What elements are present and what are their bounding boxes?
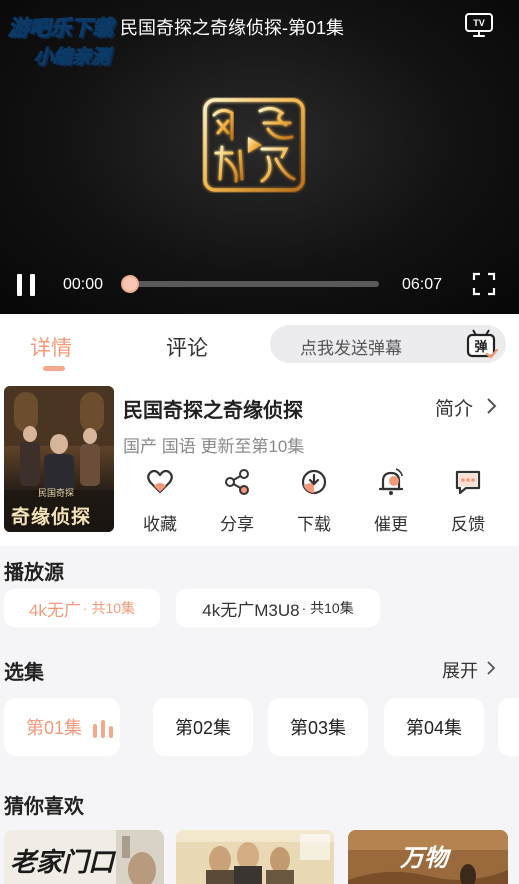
download-button[interactable]: 下载 [284,466,344,534]
episode-button-3[interactable]: 第03集 [268,698,368,756]
danmaku-placeholder: 点我发送弹幕 [300,339,402,358]
episode-button-1[interactable]: 第01集 [4,698,120,756]
source-option-2-count: · 共10集 [301,600,354,616]
total-time: 06:07 [402,276,443,293]
app-page: 游吧乐下载 小编亲测 民国奇探之奇缘侦探-第01集 TV 00:00 06:07… [0,0,519,884]
urge-update-label: 催更 [374,515,408,534]
tab-details[interactable]: 详情 [30,332,72,362]
expand-episodes-link[interactable]: 展开 [442,657,478,683]
episode-3-label: 第03集 [289,718,347,738]
download-label: 下载 [297,515,331,534]
show-title: 民国奇探之奇缘侦探 [123,400,303,422]
chevron-right-icon[interactable] [486,660,496,676]
source-option-2[interactable]: 4k无广M3U8 · 共10集 [176,589,380,627]
tab-active-indicator [43,366,65,371]
danmaku-input[interactable]: 点我发送弹幕 弹 [270,325,506,363]
show-info-card: 民国奇探 奇缘侦探 民国奇探之奇缘侦探 简介 国产 国语 更新至第10集 收藏 … [0,378,519,546]
recommend-title: 猜你喜欢 [4,796,84,818]
favorite-label: 收藏 [143,515,177,534]
episodes-title: 选集 [4,662,44,684]
share-icon [225,469,249,495]
heart-icon [147,469,173,494]
source-option-1-name: 4k无广 [28,600,81,620]
detail-tabs-bar: 详情 评论 点我发送弹幕 弹 [0,314,519,378]
bell-icon [378,468,404,495]
recommend-card-1[interactable]: 老家门口 [4,830,164,884]
now-playing-bars-icon [93,720,113,738]
tv-cast-icon[interactable]: TV [464,11,494,39]
feedback-button[interactable]: 反馈 [438,466,498,534]
poster-subtitle: 民国奇探 [38,488,75,498]
sources-title: 播放源 [4,562,64,584]
recommend-poster-2-icon [176,830,334,884]
episode-button-5-partial[interactable] [498,698,519,756]
episode-2-label: 第02集 [174,718,232,738]
urge-update-button[interactable]: 催更 [361,466,421,534]
episode-4-label: 第04集 [405,718,463,738]
show-poster[interactable]: 民国奇探 奇缘侦探 [4,386,114,532]
episode-button-2[interactable]: 第02集 [153,698,253,756]
share-button[interactable]: 分享 [207,466,267,534]
recommend-poster-3-text: 万物 [400,845,448,872]
recommend-card-3[interactable]: 万物 [348,830,508,884]
svg-text:弹: 弹 [474,339,487,355]
favorite-button[interactable]: 收藏 [130,466,190,534]
poster-title: 奇缘侦探 [11,507,92,528]
tab-comments[interactable]: 评论 [166,332,208,362]
danmaku-toggle-icon[interactable]: 弹 [465,328,499,360]
progress-bar[interactable] [124,281,379,287]
intro-link[interactable]: 简介 [435,394,473,421]
pause-icon[interactable] [14,272,38,298]
fullscreen-icon[interactable] [472,272,496,296]
download-icon [301,469,327,495]
feedback-label: 反馈 [451,515,485,534]
recommend-poster-1-text: 老家门口 [10,847,115,877]
current-time: 00:00 [63,276,104,293]
source-option-1-count: · 共10集 [82,600,136,616]
video-title: 民国奇探之奇缘侦探-第01集 [120,18,345,38]
recommend-card-2[interactable] [176,830,334,884]
funshion-logo-icon [203,98,305,192]
feedback-icon [455,470,481,495]
chevron-right-icon[interactable] [485,397,497,415]
episode-button-4[interactable]: 第04集 [384,698,484,756]
source-option-1[interactable]: 4k无广 · 共10集 [4,589,160,627]
source-option-2-name: 4k无广M3U8 [202,600,300,620]
video-player[interactable]: 游吧乐下载 小编亲测 民国奇探之奇缘侦探-第01集 TV 00:00 06:07 [0,0,519,314]
share-label: 分享 [220,515,254,534]
episode-1-label: 第01集 [26,718,83,738]
watermark-line2: 小编亲测 [34,47,111,69]
show-meta: 国产 国语 更新至第10集 [123,437,305,456]
progress-thumb[interactable] [121,275,139,293]
svg-text:TV: TV [473,18,485,28]
